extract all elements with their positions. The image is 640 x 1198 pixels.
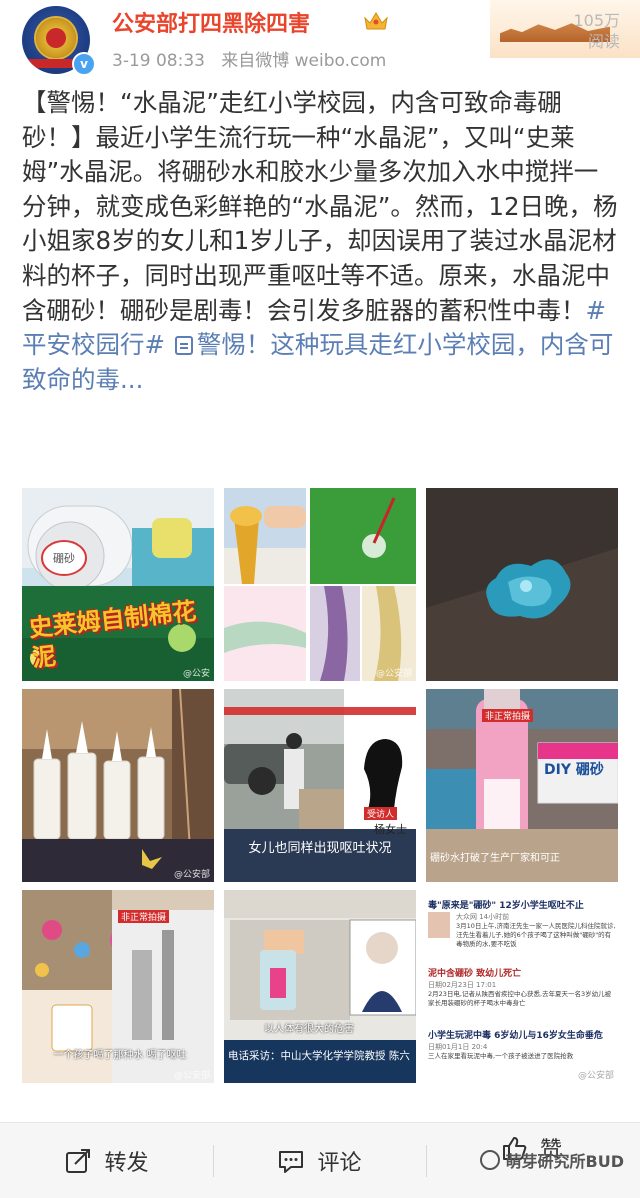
brand-watermark-text: 萌芽研究所BUD: [505, 1152, 624, 1171]
news-source-3: 日期01月1日 20:4: [428, 1043, 488, 1051]
verified-badge-icon: v: [72, 52, 96, 76]
news-caption: 一个孩子喝了那种水 喝了呕吐: [53, 1050, 187, 1061]
news-body-2: 2月23日电,记者从陕西省疾控中心获悉,去年夏天一名3岁幼儿被家长用装硼砂的杯子…: [428, 990, 612, 1007]
news-caption: 硼砂水打破了生产厂家和可正: [430, 853, 560, 864]
news-caption: 以人体有很大的危害: [264, 1024, 354, 1035]
slime-making-collage: [224, 488, 416, 681]
grid-image-5[interactable]: 受访人 杨女士 女儿也同样出现呕吐状况: [224, 689, 416, 882]
glue-bottles-image: [22, 689, 214, 882]
repost-icon: [66, 1148, 91, 1173]
footage-tag: 非正常拍摄: [482, 709, 534, 722]
image-watermark: @公安部: [577, 1071, 614, 1081]
post-body: 【警惕！“水晶泥”走红小学校园，内含可致命毒硼砂！】最近小学生流行玩一种“水晶泥…: [22, 88, 618, 325]
borax-bottle-label: 硼砂: [53, 552, 75, 565]
post-meta: 3-19 08:33 来自微博 weibo.com: [112, 46, 386, 71]
read-count-value: 105万: [573, 11, 620, 30]
image-grid: 硼砂 史莱姆自制棉花泥 @公安 @公安部 @公安部 受访人 杨女士 女儿也同样出…: [22, 488, 620, 1083]
grid-image-9[interactable]: 毒"原来是"硼砂" 12岁小学生呕吐不止 大众网 14小时前 3月10日上午,济…: [426, 890, 618, 1083]
read-count: 105万 阅读: [573, 10, 620, 52]
read-count-label: 阅读: [587, 32, 620, 51]
post-timestamp: 3-19 08:33: [112, 51, 205, 71]
post-source: 来自微博 weibo.com: [221, 51, 387, 71]
repost-button[interactable]: 转发: [0, 1123, 213, 1198]
news-headline-1: 毒"原来是"硼砂" 12岁小学生呕吐不止: [428, 901, 584, 911]
post-header: v 公安部打四黑除四害 3-19 08:33 来自微博 weibo.com 10…: [0, 0, 640, 80]
grid-image-8[interactable]: 以人体有很大的危害 电话采访：中山大学化学学院教授 陈六: [224, 890, 416, 1083]
news-caption: 女儿也同样出现呕吐状况: [248, 841, 392, 856]
image-watermark: @公安部: [173, 1071, 210, 1081]
news-headline-3: 小学生玩泥中毒 6岁幼儿与16岁女生命垂危: [428, 1031, 603, 1041]
comment-icon: [279, 1150, 304, 1173]
blue-slime-image: [426, 488, 618, 681]
comment-button[interactable]: 评论: [213, 1123, 426, 1198]
grid-image-7[interactable]: 非正常拍摄 一个孩子喝了那种水 喝了呕吐 @公安部: [22, 890, 214, 1083]
news-body-1: 3月10日上午,济南汪先生一家一人民医院儿科住院就诊,汪先生看着儿子,她的6个孩…: [456, 922, 616, 948]
grid-image-6[interactable]: 非正常拍摄 DIY 硼砂 硼砂水打破了生产厂家和可正: [426, 689, 618, 882]
crown-icon: [364, 12, 388, 30]
police-emblem-icon: [36, 18, 76, 58]
borax-box-label: DIY 硼砂: [544, 762, 604, 778]
news-banner: 电话采访：中山大学化学学院教授 陈六: [228, 1050, 410, 1062]
post-text: 【警惕！“水晶泥”走红小学校园，内含可致命毒硼砂！】最近小学生流行玩一种“水晶泥…: [22, 86, 620, 397]
image-watermark: @公安: [182, 669, 210, 679]
image-watermark: @公安部: [173, 870, 210, 880]
footage-tag: 非正常拍摄: [118, 910, 170, 923]
wechat-icon: [479, 1150, 500, 1170]
account-name[interactable]: 公安部打四黑除四害: [112, 6, 310, 38]
grid-image-3[interactable]: [426, 488, 618, 681]
repost-label: 转发: [104, 1150, 149, 1176]
grid-image-2[interactable]: @公安部: [224, 488, 416, 681]
grid-image-4[interactable]: @公安部: [22, 689, 214, 882]
link-icon[interactable]: [174, 336, 193, 356]
news-headline-2: 泥中含硼砂 致幼儿死亡: [428, 969, 522, 979]
interviewee-tag: 受访人: [364, 807, 398, 820]
news-source-2: 日期02月23日 17:01: [428, 981, 497, 989]
comment-label: 评论: [317, 1150, 362, 1176]
news-source-1: 大众网 14小时前: [456, 913, 510, 921]
brand-watermark: 萌芽研究所BUD: [479, 1148, 624, 1172]
interviewee-name: 杨女士: [374, 823, 407, 836]
news-thumb-1: [428, 912, 450, 938]
grid-image-1[interactable]: 硼砂 史莱姆自制棉花泥 @公安: [22, 488, 214, 681]
image-watermark: @公安部: [375, 669, 412, 679]
